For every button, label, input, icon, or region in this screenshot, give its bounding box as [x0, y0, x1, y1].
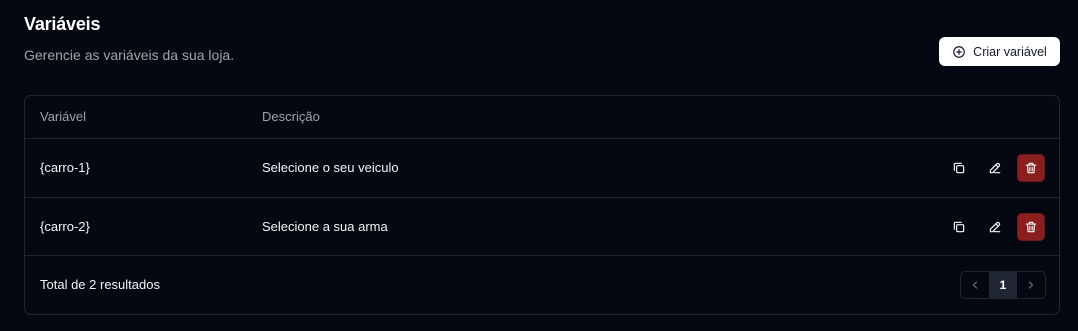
trash-icon — [1024, 220, 1038, 234]
edit-icon — [988, 220, 1002, 234]
variable-cell: {carro-2} — [40, 219, 90, 234]
delete-button[interactable] — [1017, 213, 1045, 241]
edit-icon — [988, 161, 1002, 175]
page-title: Variáveis — [24, 14, 101, 34]
variable-cell: {carro-1} — [40, 160, 90, 175]
results-count: Total de 2 resultados — [40, 277, 160, 292]
row-actions — [945, 154, 1045, 182]
variables-page: Variáveis Gerencie as variáveis da sua l… — [0, 0, 1078, 331]
copy-button[interactable] — [945, 154, 973, 182]
pagination: 1 — [960, 271, 1046, 299]
edit-button[interactable] — [981, 213, 1009, 241]
create-variable-label: Criar variável — [973, 44, 1047, 59]
edit-button[interactable] — [981, 154, 1009, 182]
row-actions — [945, 213, 1045, 241]
description-cell: Selecione a sua arma — [262, 219, 388, 234]
copy-icon — [952, 220, 966, 234]
next-page-button[interactable] — [1017, 272, 1045, 298]
page-subtitle: Gerencie as variáveis da sua loja. — [24, 47, 235, 63]
column-header-description: Descrição — [262, 109, 320, 124]
copy-icon — [952, 161, 966, 175]
description-cell: Selecione o seu veiculo — [262, 160, 399, 175]
variables-table: Variável Descrição {carro-1} Selecione o… — [24, 95, 1060, 315]
chevron-right-icon — [1025, 279, 1037, 291]
table-footer: Total de 2 resultados 1 — [25, 256, 1059, 314]
chevron-left-icon — [969, 279, 981, 291]
current-page-button[interactable]: 1 — [989, 272, 1017, 298]
create-variable-button[interactable]: Criar variável — [939, 37, 1060, 66]
copy-button[interactable] — [945, 213, 973, 241]
table-header-row: Variável Descrição — [25, 96, 1059, 139]
plus-circle-icon — [952, 45, 966, 59]
delete-button[interactable] — [1017, 154, 1045, 182]
previous-page-button[interactable] — [961, 272, 989, 298]
trash-icon — [1024, 161, 1038, 175]
table-row: {carro-1} Selecione o seu veiculo — [25, 139, 1059, 198]
column-header-variable: Variável — [40, 109, 87, 124]
table-row: {carro-2} Selecione a sua arma — [25, 198, 1059, 256]
